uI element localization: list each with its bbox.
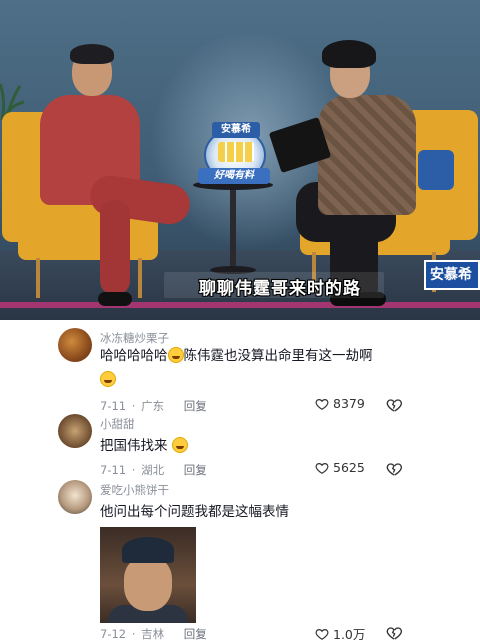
reply-button[interactable]: 回复 [184, 463, 207, 477]
avatar[interactable] [58, 328, 92, 362]
meta-separator: · [131, 399, 136, 413]
comment-text-part: 哈哈哈哈哈 [100, 348, 168, 364]
heart-icon [315, 398, 329, 410]
comment-location: 湖北 [141, 463, 165, 477]
laugh-cry-emoji-icon [167, 347, 184, 363]
comment-text: 把国伟找来 [100, 434, 400, 458]
like-count: 1.0万 [333, 627, 366, 640]
comment-meta: 7-12 · 吉林 回复 [100, 626, 207, 640]
video-frame[interactable]: 安慕希 好喝有料 聊聊伟霆哥来时的路 安慕希 [0, 0, 480, 320]
avatar[interactable] [58, 414, 92, 448]
guest-shin [100, 200, 130, 295]
host-hair [322, 40, 376, 68]
video-subtitle: 聊聊伟霆哥来时的路 [199, 279, 361, 299]
broken-heart-icon[interactable] [386, 397, 402, 413]
like-button[interactable]: 8379 [315, 396, 365, 411]
comment-text: 哈哈哈哈哈 陈伟霆也没算出命里有这一劫啊 [100, 344, 400, 392]
reply-button[interactable]: 回复 [184, 627, 207, 640]
comment-location: 吉林 [141, 627, 165, 640]
comment-meta: 7-11 · 湖北 回复 [100, 462, 207, 478]
thinking-emoji-icon [171, 437, 188, 453]
comment-text: 他问出每个问题我都是这幅表情 [100, 504, 289, 520]
chair-leg [138, 258, 142, 298]
comment-username[interactable]: 小甜甜 [100, 416, 135, 432]
broken-heart-icon[interactable] [386, 461, 402, 477]
side-table-stem [230, 188, 236, 268]
comment-date: 7-11 [100, 463, 127, 477]
sponsor-logo-brand: 安慕希 [212, 122, 260, 138]
chair-leg [36, 258, 40, 298]
guest-hair [70, 44, 114, 64]
laugh-cry-emoji-icon [100, 371, 116, 387]
like-button[interactable]: 5625 [315, 460, 365, 475]
host-body [318, 95, 416, 215]
meme-face [124, 557, 172, 611]
comment-date: 7-12 [100, 627, 127, 640]
stage-floor-stripe [0, 302, 480, 308]
blue-pillow [418, 150, 454, 190]
comment-meta: 7-11 · 广东 回复 [100, 398, 207, 414]
guest-shoe [98, 292, 132, 306]
meme-hat [122, 537, 174, 563]
comment-text-part: 陈伟霆也没算出命里有这一劫啊 [183, 348, 373, 364]
meta-separator: · [131, 463, 136, 477]
comment-date: 7-11 [100, 399, 127, 413]
sponsor-logo-slogan: 好喝有料 [198, 168, 270, 184]
reply-button[interactable]: 回复 [184, 399, 207, 413]
comment-location: 广东 [141, 399, 165, 413]
sponsor-bottles [218, 142, 254, 162]
like-button[interactable]: 1.0万 [315, 624, 365, 640]
broken-heart-icon[interactable] [386, 625, 402, 640]
comment-username[interactable]: 爱吃小熊饼干 [100, 482, 169, 498]
heart-icon [315, 462, 329, 474]
avatar[interactable] [58, 480, 92, 514]
comment-text-part: 把国伟找来 [100, 438, 168, 454]
meme-image[interactable] [100, 527, 196, 623]
sponsor-name-tag: 安慕希 [424, 260, 480, 290]
heart-icon [315, 628, 329, 640]
like-count: 5625 [333, 460, 365, 475]
meta-separator: · [131, 627, 136, 640]
like-count: 8379 [333, 396, 365, 411]
